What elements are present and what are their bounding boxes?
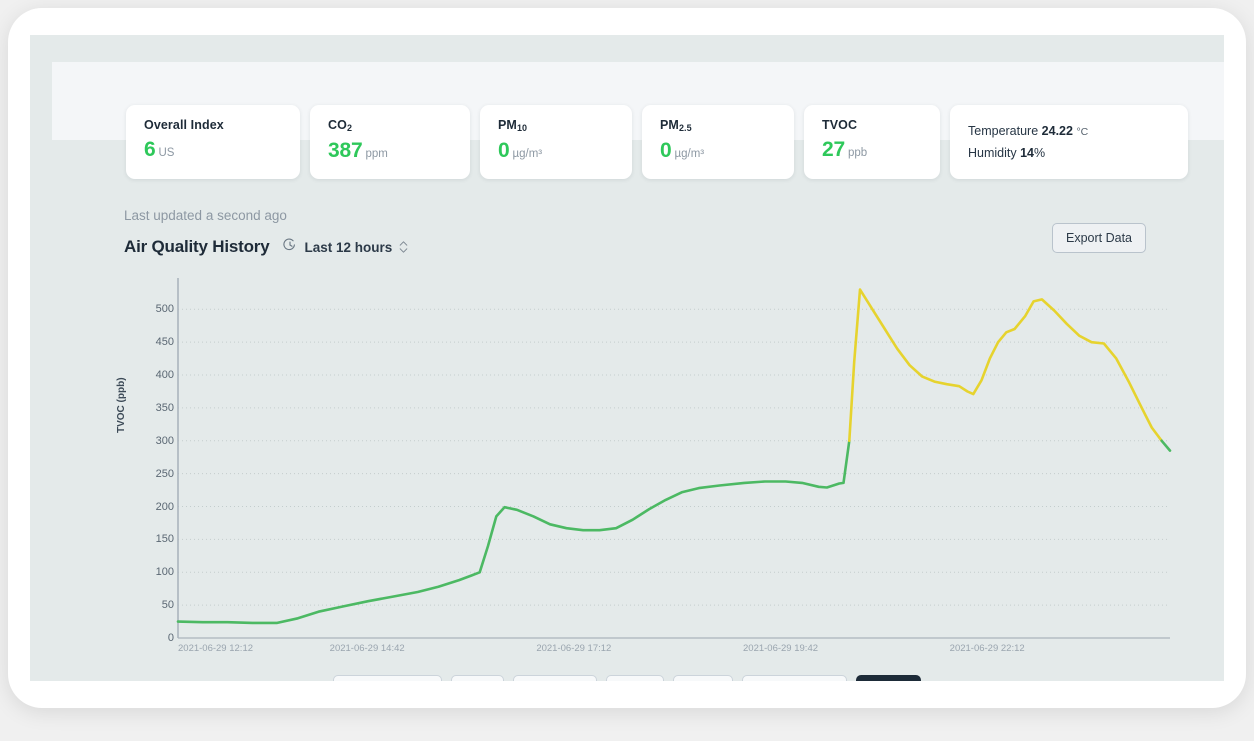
humidity-readout: Humidity 14% xyxy=(968,143,1170,164)
stat-card: PM10 0µg/m³ xyxy=(480,105,632,179)
temperature-value: 24.22 xyxy=(1042,124,1073,138)
stat-card-unit: µg/m³ xyxy=(674,148,704,160)
y-axis-tick-label: 0 xyxy=(134,632,174,644)
stat-card-value: 27 xyxy=(822,138,845,161)
stat-card-title: Overall Index xyxy=(144,118,282,132)
app-screen: Overall Index6USCO2387ppmPM100µg/m³PM2.5… xyxy=(30,35,1224,681)
metric-tab-pm25[interactable]: PM2.5 xyxy=(673,675,734,681)
y-axis-tick-label: 450 xyxy=(134,336,174,348)
x-axis-tick-label: 2021-06-29 12:12 xyxy=(178,643,253,654)
stat-card-value: 387 xyxy=(328,139,362,162)
y-axis-tick-label: 150 xyxy=(134,533,174,545)
y-axis-tick-label: 100 xyxy=(134,566,174,578)
metric-tab-bar: Overall Index CO2 Humidity PM10 PM2.5 Tempera… xyxy=(30,675,1224,681)
y-axis-ticks: 050100150200250300350400450500 xyxy=(132,283,174,638)
export-data-button[interactable]: Export Data xyxy=(1052,223,1146,253)
humidity-label: Humidity xyxy=(968,146,1017,160)
stat-card-title: CO2 xyxy=(328,118,452,133)
time-range-label: Last 12 hours xyxy=(304,240,392,255)
chart-line-segment xyxy=(849,290,1161,441)
clock-icon xyxy=(283,238,297,257)
temperature-unit: °C xyxy=(1076,126,1088,138)
stat-card-unit: µg/m³ xyxy=(512,148,542,160)
chevron-updown-icon[interactable] xyxy=(399,241,408,253)
device-frame: Overall Index6USCO2387ppmPM100µg/m³PM2.5… xyxy=(8,8,1246,708)
y-axis-tick-label: 50 xyxy=(134,599,174,611)
stat-card-value: 0 xyxy=(660,139,671,162)
temperature-label: Temperature xyxy=(968,124,1038,138)
stat-card-title: PM2.5 xyxy=(660,118,776,133)
stat-card-title: PM10 xyxy=(498,118,614,133)
chart-header-row: Air Quality History Last 12 hours xyxy=(124,235,408,259)
x-axis-tick-label: 2021-06-29 14:42 xyxy=(330,643,405,654)
y-axis-tick-label: 350 xyxy=(134,402,174,414)
stat-card-value-row: 27ppb xyxy=(822,139,922,164)
chart-plot-area[interactable] xyxy=(178,283,1170,638)
time-range-picker[interactable]: Last 12 hours xyxy=(283,238,408,257)
y-axis-tick-label: 400 xyxy=(134,369,174,381)
x-axis-tick-label: 2021-06-29 19:42 xyxy=(743,643,818,654)
humidity-unit: % xyxy=(1034,146,1045,160)
stat-card: TVOC 27ppb xyxy=(804,105,940,179)
humidity-value: 14 xyxy=(1020,146,1034,160)
y-axis-tick-label: 200 xyxy=(134,501,174,513)
metric-tab-overall-index[interactable]: Overall Index xyxy=(333,675,442,681)
stat-card-unit: ppm xyxy=(365,148,387,160)
stat-card-value-row: 0µg/m³ xyxy=(660,140,776,165)
stat-card: Temperature 24.22 °CHumidity 14% xyxy=(950,105,1188,179)
x-axis-tick-label: 2021-06-29 17:12 xyxy=(536,643,611,654)
stat-card-unit: US xyxy=(158,147,174,159)
temperature-readout: Temperature 24.22 °C xyxy=(968,121,1170,143)
stat-card-value-row: 387ppm xyxy=(328,140,452,165)
stat-card: Overall Index 6US xyxy=(126,105,300,179)
last-updated-text: Last updated a second ago xyxy=(124,208,287,223)
metric-tab-pm10[interactable]: PM10 xyxy=(606,675,664,681)
stat-card-row: Overall Index6USCO2387ppmPM100µg/m³PM2.5… xyxy=(126,105,1208,179)
stat-card-value: 6 xyxy=(144,138,155,161)
metric-tab-humidity[interactable]: Humidity xyxy=(513,675,596,681)
chart-line-segment xyxy=(178,441,849,623)
stat-card: PM2.5 0µg/m³ xyxy=(642,105,794,179)
stat-card: CO2 387ppm xyxy=(310,105,470,179)
metric-tab-tvoc[interactable]: TVOC xyxy=(856,675,921,681)
chart-container: TVOC (ppb) 0 50 100 150 200 250 300 350 400 450 50… xyxy=(114,283,1184,673)
y-axis-tick-label: 500 xyxy=(134,303,174,315)
stat-card-value-row: 0µg/m³ xyxy=(498,140,614,165)
chart-line-segment xyxy=(1162,441,1170,451)
stat-card-value-row: 6US xyxy=(144,139,282,164)
metric-tab-temperature[interactable]: Temperature xyxy=(742,675,847,681)
y-axis-tick-label: 300 xyxy=(134,435,174,447)
stat-card-title: TVOC xyxy=(822,118,922,132)
x-axis-tick-label: 2021-06-29 22:12 xyxy=(950,643,1025,654)
stat-card-value: 0 xyxy=(498,139,509,162)
y-axis-label: TVOC (ppb) xyxy=(116,377,127,433)
page-title: Air Quality History xyxy=(124,237,269,257)
stat-card-unit: ppb xyxy=(848,147,867,159)
metric-tab-co2[interactable]: CO2 xyxy=(451,675,504,681)
y-axis-tick-label: 250 xyxy=(134,468,174,480)
